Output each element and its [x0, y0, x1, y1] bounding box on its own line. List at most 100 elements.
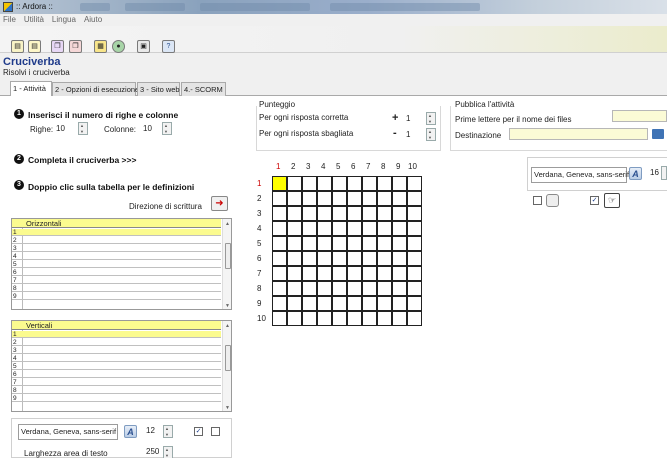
- correct-score-stepper[interactable]: [426, 112, 436, 125]
- tab-attivita[interactable]: 1 - Attività: [10, 81, 52, 96]
- grid-cell[interactable]: [332, 206, 347, 221]
- grid-cell[interactable]: [272, 311, 287, 326]
- list-item[interactable]: 9: [12, 293, 221, 300]
- font-family-select[interactable]: Verdana, Geneva, sans-serif: [18, 424, 118, 440]
- grid-cell[interactable]: [272, 296, 287, 311]
- grid-cell[interactable]: [272, 266, 287, 281]
- copy-icon[interactable]: ❐: [51, 40, 64, 53]
- grid-cell[interactable]: [332, 191, 347, 206]
- menu-aiuto[interactable]: Aiuto: [84, 14, 102, 26]
- grid-cell[interactable]: [272, 281, 287, 296]
- grid-cell[interactable]: [392, 236, 407, 251]
- grid-cell[interactable]: [392, 281, 407, 296]
- grid-cell[interactable]: [392, 266, 407, 281]
- tab-opzioni-esecuzione[interactable]: 2 - Opzioni di esecuzione: [52, 82, 139, 96]
- bold-checkbox[interactable]: ✓: [194, 427, 203, 436]
- grid-cell[interactable]: [332, 296, 347, 311]
- grid-cell[interactable]: [362, 206, 377, 221]
- grid-cell[interactable]: [317, 176, 332, 191]
- grid-border-checkbox[interactable]: [533, 196, 542, 205]
- grid-cell[interactable]: [317, 281, 332, 296]
- grid-cell[interactable]: [317, 221, 332, 236]
- border-checkbox[interactable]: [211, 427, 220, 436]
- grid-cell[interactable]: [317, 191, 332, 206]
- grid-cell[interactable]: [302, 191, 317, 206]
- horizontal-list-scrollbar[interactable]: ▲ ▼: [222, 219, 231, 309]
- grid-cell[interactable]: [287, 266, 302, 281]
- rows-stepper[interactable]: [78, 122, 88, 135]
- grid-cell[interactable]: [272, 221, 287, 236]
- grid-cell[interactable]: [377, 236, 392, 251]
- grid-cell[interactable]: [407, 296, 422, 311]
- grid-cell[interactable]: [272, 251, 287, 266]
- grid-cell[interactable]: [407, 311, 422, 326]
- list-item[interactable]: 6: [12, 371, 221, 378]
- cursor-icon[interactable]: ☞: [604, 193, 620, 208]
- grid-cell[interactable]: [287, 311, 302, 326]
- cols-stepper[interactable]: [162, 122, 172, 135]
- grid-cell[interactable]: [392, 176, 407, 191]
- grid-cell[interactable]: [302, 281, 317, 296]
- grid-cell[interactable]: [347, 296, 362, 311]
- grid-cell[interactable]: [317, 251, 332, 266]
- grid-cell[interactable]: [347, 176, 362, 191]
- grid-cell[interactable]: [317, 236, 332, 251]
- grid-cell[interactable]: [317, 266, 332, 281]
- grid-cell[interactable]: [377, 296, 392, 311]
- vertical-definitions-list[interactable]: Verticali 1 2 3 4 5 6 7 8 9 ▲ ▼: [11, 320, 232, 412]
- grid-cell[interactable]: [362, 236, 377, 251]
- grid-cell[interactable]: [302, 296, 317, 311]
- grid-font-style-button[interactable]: A: [629, 167, 642, 180]
- grid-cell[interactable]: [347, 221, 362, 236]
- book-icon[interactable]: ▦: [94, 40, 107, 53]
- grid-cell[interactable]: [362, 281, 377, 296]
- list-item[interactable]: 7: [12, 379, 221, 386]
- text-width-stepper[interactable]: [163, 446, 173, 458]
- grid-cell[interactable]: [407, 176, 422, 191]
- grid-cell[interactable]: [332, 311, 347, 326]
- grid-cell[interactable]: [377, 266, 392, 281]
- grid-cell[interactable]: [347, 311, 362, 326]
- grid-cell[interactable]: [287, 236, 302, 251]
- grid-cell[interactable]: [362, 176, 377, 191]
- grid-cell[interactable]: [302, 251, 317, 266]
- vertical-list-scrollbar[interactable]: ▲ ▼: [222, 321, 231, 411]
- destination-input[interactable]: [509, 128, 648, 140]
- grid-cell[interactable]: [272, 236, 287, 251]
- grid-cell[interactable]: [362, 296, 377, 311]
- list-item[interactable]: 2: [12, 339, 221, 346]
- grid-cell[interactable]: [302, 266, 317, 281]
- grid-cell[interactable]: [302, 176, 317, 191]
- grid-cell[interactable]: [287, 251, 302, 266]
- grid-cell[interactable]: [272, 206, 287, 221]
- help-icon[interactable]: ?: [162, 40, 175, 53]
- list-item[interactable]: 8: [12, 387, 221, 394]
- grid-cell[interactable]: [302, 221, 317, 236]
- grid-cell[interactable]: [287, 281, 302, 296]
- cols-input[interactable]: 10: [143, 123, 159, 135]
- grid-cell[interactable]: [332, 281, 347, 296]
- grid-cell[interactable]: [362, 221, 377, 236]
- grid-cell[interactable]: [332, 236, 347, 251]
- grid-cell[interactable]: [362, 311, 377, 326]
- grid-cell[interactable]: [377, 206, 392, 221]
- list-item[interactable]: 9: [12, 395, 221, 402]
- grid-cell[interactable]: [362, 266, 377, 281]
- grid-cell[interactable]: [287, 296, 302, 311]
- grid-cell[interactable]: [317, 296, 332, 311]
- grid-cell[interactable]: [377, 311, 392, 326]
- grid-cell[interactable]: [407, 206, 422, 221]
- list-item[interactable]: 5: [12, 261, 221, 268]
- grid-cell[interactable]: [407, 251, 422, 266]
- grid-cell[interactable]: [407, 191, 422, 206]
- grid-cell[interactable]: [392, 191, 407, 206]
- grid-cell[interactable]: [362, 251, 377, 266]
- list-item[interactable]: 1: [12, 331, 221, 338]
- grid-cell[interactable]: [407, 281, 422, 296]
- grid-cell[interactable]: [377, 281, 392, 296]
- grid-cell[interactable]: [272, 176, 287, 191]
- font-size-stepper[interactable]: [163, 425, 173, 438]
- grid-font-family-select[interactable]: Verdana, Geneva, sans-serif: [531, 167, 629, 183]
- grid-cell[interactable]: [407, 221, 422, 236]
- wrong-score-stepper[interactable]: [426, 128, 436, 141]
